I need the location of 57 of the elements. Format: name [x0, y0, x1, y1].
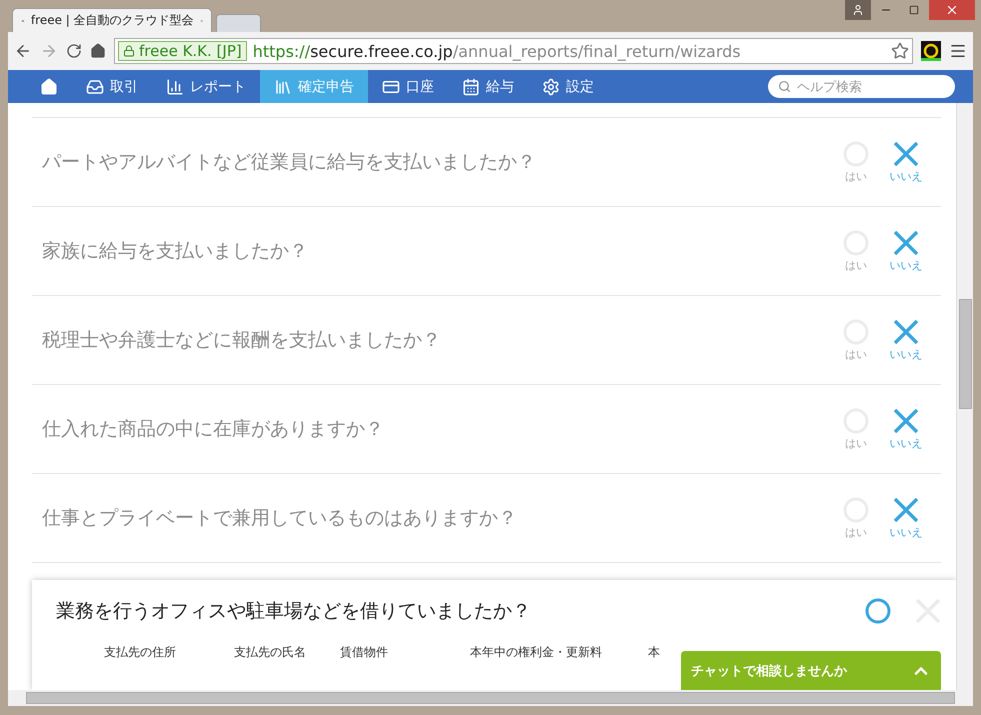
star-icon[interactable] [891, 42, 909, 60]
person-icon [852, 4, 864, 16]
maximize-icon [909, 5, 919, 15]
option-label: はい [845, 346, 867, 362]
nav-tab[interactable]: 給与 [448, 70, 528, 103]
nav-tab[interactable]: 取引 [72, 70, 152, 103]
settings-icon [542, 78, 560, 96]
option-label: はい [845, 168, 867, 184]
option-label: いいえ [890, 436, 922, 450]
back-icon[interactable] [14, 42, 32, 60]
option-label: いいえ [890, 346, 922, 362]
reload-icon[interactable] [66, 43, 82, 59]
question-text: 仕事とプライベートで兼用しているものはありますか？ [42, 506, 518, 531]
nav-tab[interactable]: 口座 [368, 70, 448, 103]
browser-tab[interactable]: freee | 全自動のクラウド型会 [12, 8, 212, 32]
column-header: 支払先の氏名 [234, 644, 307, 661]
home-icon [40, 78, 58, 96]
question-text: 家族に給与を支払いましたか？ [42, 239, 309, 264]
home-icon[interactable] [90, 43, 106, 59]
menu-icon[interactable] [949, 42, 967, 60]
column-header: 本年中の権利金・更新料 [470, 644, 603, 661]
cross-icon[interactable] [893, 408, 919, 434]
question-text: 仕入れた商品の中に在庫がありますか？ [42, 417, 385, 442]
column-header: 賃借物件 [340, 644, 389, 661]
question-text: 業務を行うオフィスや駐車場などを借りていましたか？ [56, 599, 532, 624]
option-label: はい [845, 524, 867, 540]
column-header: 本 [648, 644, 661, 661]
option-label: いいえ [890, 258, 922, 272]
option-label: いいえ [890, 168, 922, 184]
nav-tab[interactable]: レポート [152, 70, 260, 103]
search-icon [778, 80, 791, 93]
cross-icon[interactable] [893, 140, 919, 166]
question-text: 税理士や弁護士などに報酬を支払いましたか？ [42, 328, 442, 353]
lock-icon [123, 45, 135, 57]
help-search-field[interactable]: ヘルプ検索 [768, 75, 955, 98]
cross-icon[interactable] [893, 230, 919, 256]
extension-icon[interactable] [921, 41, 941, 61]
new-tab-button[interactable] [216, 14, 261, 32]
cross-icon[interactable] [893, 318, 919, 344]
forward-icon[interactable] [40, 42, 58, 60]
nav-tab[interactable]: 設定 [528, 70, 608, 103]
close-button[interactable] [929, 0, 975, 20]
cross-icon[interactable] [893, 496, 919, 522]
books-icon [274, 78, 292, 96]
calendar-icon [462, 78, 480, 96]
column-header: 支払先の住所 [103, 644, 177, 661]
inbox-icon [86, 78, 104, 96]
option-label: はい [845, 436, 867, 450]
vertical-scrollbar[interactable] [956, 103, 973, 690]
profile-button[interactable] [845, 0, 871, 20]
question-text: パートやアルバイトなど従業員に給与を支払いましたか？ [42, 150, 537, 175]
close-icon [945, 3, 959, 17]
option-label: はい [845, 258, 867, 272]
option-label: いいえ [890, 524, 922, 540]
circle-icon[interactable] [865, 598, 891, 624]
bar-chart-icon [166, 78, 184, 96]
address-bar[interactable]: freee K.K. [JP] https://secure.freee.co.jp/annual_reports/final_return/wizards [114, 38, 913, 64]
